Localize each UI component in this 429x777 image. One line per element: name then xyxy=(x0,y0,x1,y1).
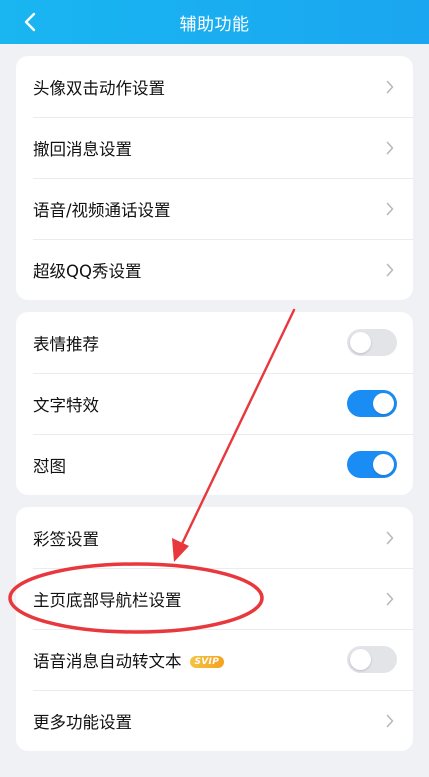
setting-label: 头像双击动作设置 xyxy=(33,78,165,98)
setting-label: 更多功能设置 xyxy=(33,712,132,732)
emoji-recommend-setting: 表情推荐 xyxy=(16,312,413,373)
setting-label: 语音/视频通话设置 xyxy=(33,200,171,220)
emoji-recommend-toggle[interactable] xyxy=(347,329,397,356)
toggle-knob xyxy=(350,649,371,670)
svip-badge: SVIP xyxy=(189,656,225,668)
back-button[interactable] xyxy=(14,6,46,38)
toggle-knob xyxy=(350,332,371,353)
setting-label: 文字特效 xyxy=(33,395,99,415)
setting-label: 表情推荐 xyxy=(33,334,99,354)
back-arrow-icon xyxy=(24,12,36,32)
setting-label: 怼图 xyxy=(33,456,66,476)
bottom-nav-bar-setting[interactable]: 主页底部导航栏设置 xyxy=(16,568,413,629)
chevron-right-icon xyxy=(383,80,397,94)
settings-group-1: 头像双击动作设置 撤回消息设置 语音/视频通话设置 超级QQ秀设置 xyxy=(16,56,413,300)
super-qq-show-setting[interactable]: 超级QQ秀设置 xyxy=(16,239,413,300)
chevron-right-icon xyxy=(383,592,397,606)
toggle-knob xyxy=(373,393,394,414)
setting-label: 超级QQ秀设置 xyxy=(33,261,142,281)
color-tag-setting[interactable]: 彩签设置 xyxy=(16,507,413,568)
chevron-right-icon xyxy=(383,141,397,155)
voice-video-call-setting[interactable]: 语音/视频通话设置 xyxy=(16,178,413,239)
chevron-right-icon xyxy=(383,202,397,216)
setting-label: 语音消息自动转文本 SVIP xyxy=(33,648,347,672)
avatar-double-tap-setting[interactable]: 头像双击动作设置 xyxy=(16,56,413,117)
nav-header: 辅助功能 xyxy=(0,0,429,44)
text-effects-toggle[interactable] xyxy=(347,390,397,417)
more-features-setting[interactable]: 更多功能设置 xyxy=(16,690,413,751)
setting-label: 主页底部导航栏设置 xyxy=(33,590,182,610)
toggle-knob xyxy=(373,454,394,475)
setting-label: 彩签设置 xyxy=(33,529,99,549)
voice-to-text-setting: 语音消息自动转文本 SVIP xyxy=(16,629,413,690)
setting-label-text: 语音消息自动转文本 xyxy=(33,651,182,671)
chevron-right-icon xyxy=(383,531,397,545)
text-effects-setting: 文字特效 xyxy=(16,373,413,434)
page-title: 辅助功能 xyxy=(179,14,250,35)
chevron-right-icon xyxy=(383,714,397,728)
settings-group-3: 彩签设置 主页底部导航栏设置 语音消息自动转文本 SVIP 更多功能设置 xyxy=(16,507,413,751)
meme-reply-setting: 怼图 xyxy=(16,434,413,495)
voice-to-text-toggle[interactable] xyxy=(347,646,397,673)
meme-reply-toggle[interactable] xyxy=(347,451,397,478)
settings-group-2: 表情推荐 文字特效 怼图 xyxy=(16,312,413,495)
chevron-right-icon xyxy=(383,263,397,277)
setting-label: 撤回消息设置 xyxy=(33,139,132,159)
recall-message-setting[interactable]: 撤回消息设置 xyxy=(16,117,413,178)
